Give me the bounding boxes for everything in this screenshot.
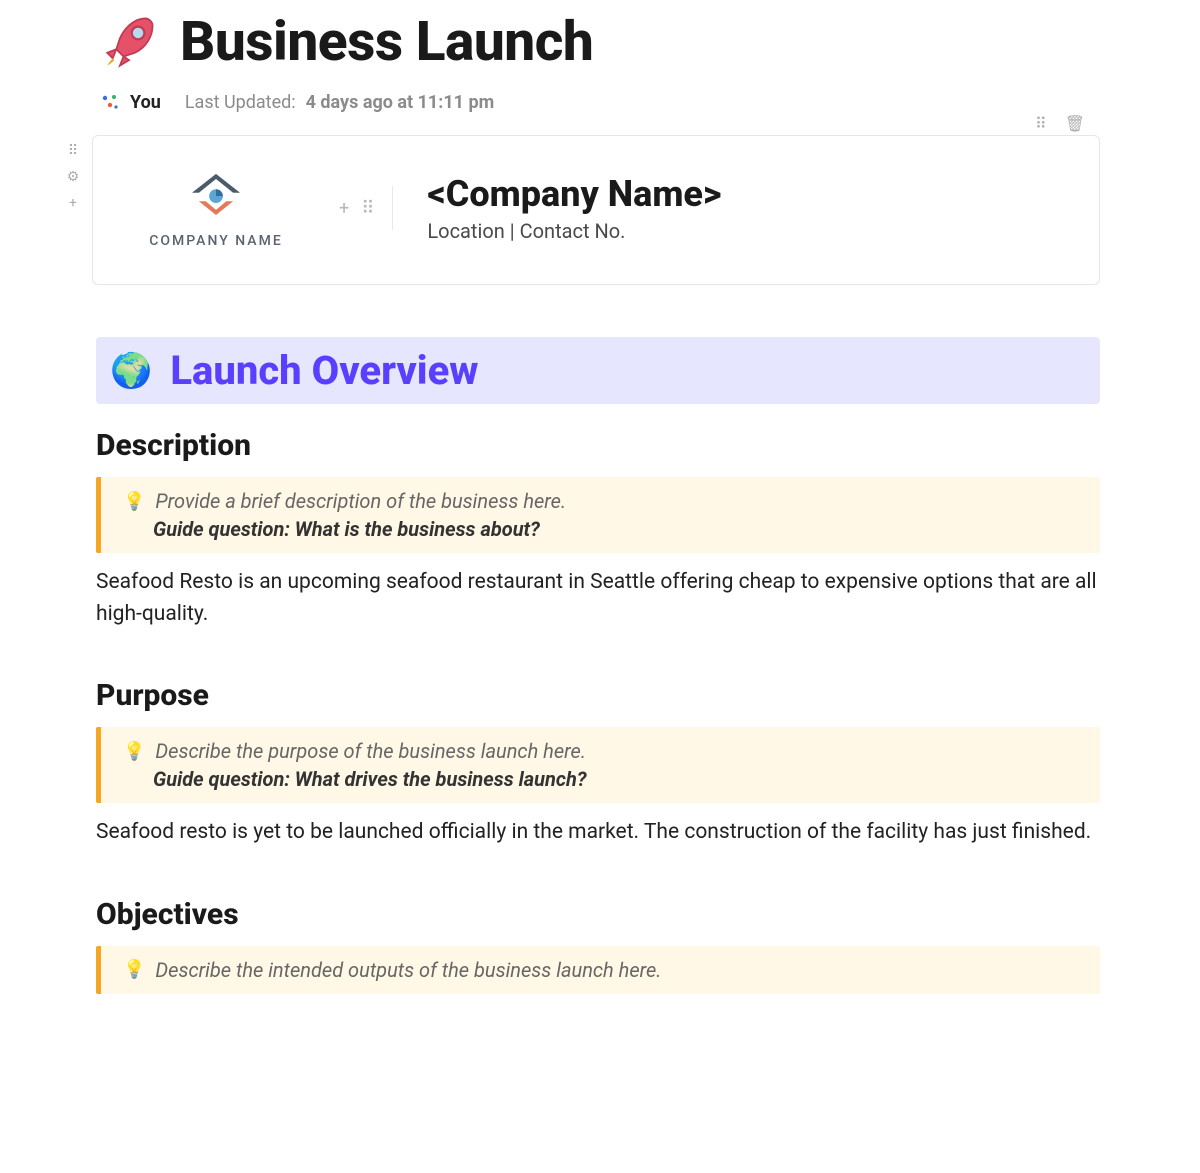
company-logo[interactable]: COMPANY NAME (121, 167, 311, 249)
earth-icon: 🌍 (110, 354, 152, 388)
subsection-description: Description 💡 Provide a brief descriptio… (96, 428, 1100, 630)
section-banner-overview: 🌍 Launch Overview (96, 337, 1100, 404)
section-title[interactable]: Launch Overview (170, 347, 478, 394)
company-subline[interactable]: Location | Contact No. (427, 219, 721, 243)
purpose-body[interactable]: Seafood resto is yet to be launched offi… (96, 817, 1100, 849)
description-body[interactable]: Seafood Resto is an upcoming seafood res… (96, 567, 1100, 630)
trash-icon[interactable]: 🗑 (1065, 114, 1085, 133)
card-top-controls: ⠿ 🗑 (1035, 114, 1085, 133)
subsection-purpose: Purpose 💡 Describe the purpose of the bu… (96, 678, 1100, 849)
company-card[interactable]: ⠿ 🗑 COMPANY NAME + ⠿ <Company Name> Lo (92, 135, 1100, 285)
lightbulb-icon: 💡 (123, 491, 145, 512)
drag-handle-icon[interactable]: ⠿ (66, 143, 80, 157)
purpose-heading[interactable]: Purpose (96, 678, 1100, 713)
company-block: ⠿ ⚙ + ⠿ 🗑 COMPANY NAME + ⠿ (68, 135, 1100, 285)
description-guide: Guide question: What is the business abo… (153, 517, 1080, 541)
description-hint: Provide a brief description of the busin… (155, 489, 566, 513)
description-callout[interactable]: 💡 Provide a brief description of the bus… (96, 477, 1100, 553)
page-title[interactable]: Business Launch (180, 10, 593, 74)
subsection-objectives: Objectives 💡 Describe the intended outpu… (96, 897, 1100, 994)
objectives-hint: Describe the intended outputs of the bus… (155, 958, 661, 982)
lightbulb-icon: 💡 (123, 741, 145, 762)
drag-handle-icon[interactable]: ⠿ (1035, 114, 1047, 133)
drag-handle-icon[interactable]: ⠿ (361, 198, 374, 219)
purpose-hint: Describe the purpose of the business lau… (155, 739, 586, 763)
purpose-callout[interactable]: 💡 Describe the purpose of the business l… (96, 727, 1100, 803)
objectives-callout[interactable]: 💡 Describe the intended outputs of the b… (96, 946, 1100, 994)
updated-label: Last Updated: (185, 92, 296, 113)
gear-icon[interactable]: ⚙ (66, 169, 80, 183)
logo-caption: COMPANY NAME (149, 233, 282, 249)
document-page: Business Launch You Last Updated: 4 days… (0, 10, 1200, 994)
purpose-guide: Guide question: What drives the business… (153, 767, 1080, 791)
objectives-heading[interactable]: Objectives (96, 897, 1100, 932)
house-logo-icon (181, 167, 251, 227)
confetti-icon (100, 93, 120, 113)
author-label[interactable]: You (130, 92, 161, 113)
lightbulb-icon: 💡 (123, 959, 145, 980)
company-name-heading[interactable]: <Company Name> (427, 173, 721, 215)
description-heading[interactable]: Description (96, 428, 1100, 463)
divider (392, 186, 393, 230)
card-mid-controls: + ⠿ (339, 186, 399, 230)
company-text-block[interactable]: <Company Name> Location | Contact No. (427, 173, 721, 243)
rocket-icon (100, 13, 158, 71)
plus-icon[interactable]: + (339, 198, 349, 219)
page-title-row: Business Launch (72, 10, 1100, 74)
meta-row: You Last Updated: 4 days ago at 11:11 pm (72, 92, 1100, 113)
plus-icon[interactable]: + (66, 195, 80, 209)
block-side-controls: ⠿ ⚙ + (66, 143, 80, 209)
updated-value: 4 days ago at 11:11 pm (306, 92, 495, 113)
